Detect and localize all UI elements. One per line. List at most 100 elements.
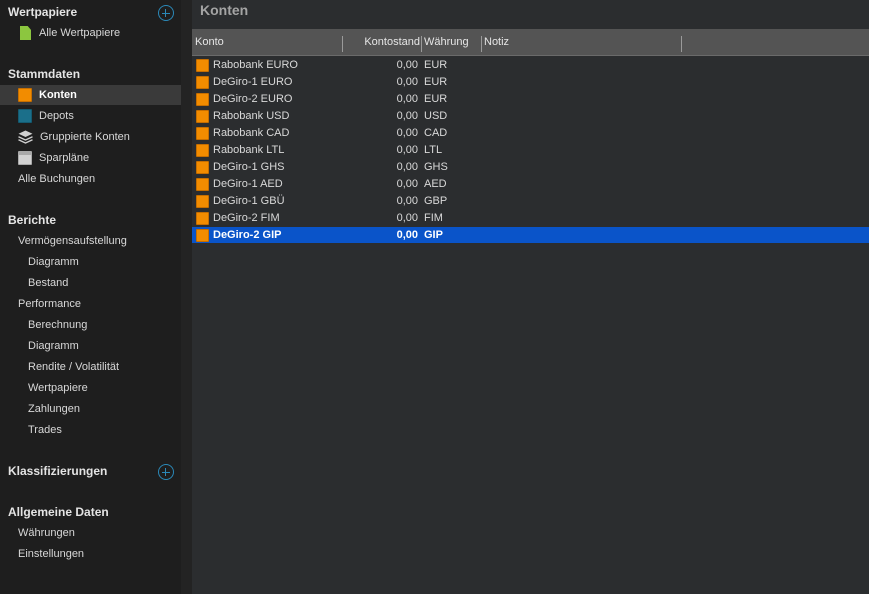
sidebar-item-performance-wertpapiere[interactable]: Wertpapiere: [0, 378, 181, 398]
account-balance: 0,00: [396, 127, 418, 139]
account-balance: 0,00: [396, 229, 418, 241]
table-row-selected[interactable]: DeGiro-2 GIP 0,00 GIP: [192, 227, 869, 243]
account-name: Rabobank LTL: [213, 144, 285, 156]
add-wertpapier-icon[interactable]: [158, 5, 174, 21]
table-row[interactable]: DeGiro-1 GHS 0,00 GHS: [192, 159, 869, 175]
sidebar-item-konten[interactable]: Konten: [0, 85, 181, 105]
section-klassifizierungen: Klassifizierungen: [8, 464, 108, 478]
sidebar-item-berechnung[interactable]: Berechnung: [0, 315, 181, 335]
sidebar-item-gruppierte-konten[interactable]: Gruppierte Konten: [0, 127, 181, 147]
sidebar-item-label: Gruppierte Konten: [40, 131, 130, 143]
sidebar-item-trades[interactable]: Trades: [0, 420, 181, 440]
sidebar-item-label: Diagramm: [28, 340, 79, 352]
sidebar-item-label: Währungen: [18, 527, 75, 539]
sidebar-item-performance[interactable]: Performance: [0, 294, 181, 314]
sidebar-item-rendite-volatilitaet[interactable]: Rendite / Volatilität: [0, 357, 181, 377]
sidebar: Wertpapiere Alle Wertpapiere Stammdaten …: [0, 0, 181, 594]
sidebar-item-label: Vermögensaufstellung: [18, 235, 127, 247]
table-row[interactable]: Rabobank EURO 0,00 EUR: [192, 57, 869, 73]
account-name: DeGiro-2 GIP: [213, 229, 282, 241]
account-icon: [196, 59, 209, 72]
account-currency: LTL: [424, 144, 443, 156]
account-currency: EUR: [424, 76, 448, 88]
sidebar-item-label: Einstellungen: [18, 548, 85, 560]
page-title: Konten: [200, 2, 249, 18]
section-allgemeine-daten: Allgemeine Daten: [8, 505, 109, 519]
column-divider[interactable]: [481, 36, 482, 52]
column-header-waehrung[interactable]: Währung: [424, 36, 469, 48]
sidebar-item-label: Depots: [39, 110, 74, 122]
account-name: Rabobank CAD: [213, 127, 290, 139]
sidebar-item-alle-buchungen[interactable]: Alle Buchungen: [0, 169, 181, 189]
sidebar-item-label: Zahlungen: [28, 403, 80, 415]
account-balance: 0,00: [396, 195, 418, 207]
table-row[interactable]: DeGiro-2 EURO 0,00 EUR: [192, 91, 869, 107]
column-header-konto[interactable]: Konto: [195, 36, 224, 48]
account-balance: 0,00: [396, 76, 418, 88]
sidebar-item-label: Alle Buchungen: [18, 173, 96, 185]
sidebar-item-vermoegensaufstellung[interactable]: Vermögensaufstellung: [0, 231, 181, 251]
account-name: DeGiro-1 AED: [213, 178, 283, 190]
account-name: DeGiro-1 EURO: [213, 76, 293, 88]
sidebar-item-vermoegen-diagramm[interactable]: Diagramm: [0, 252, 181, 272]
document-icon: [20, 26, 31, 40]
table-row[interactable]: DeGiro-2 FIM 0,00 FIM: [192, 210, 869, 226]
sidebar-item-label: Trades: [28, 424, 62, 436]
account-name: Rabobank USD: [213, 110, 290, 122]
table-row[interactable]: Rabobank CAD 0,00 CAD: [192, 125, 869, 141]
account-currency: AED: [424, 178, 447, 190]
account-icon: [196, 93, 209, 106]
account-currency: EUR: [424, 93, 448, 105]
sidebar-item-label: Alle Wertpapiere: [39, 27, 121, 39]
account-currency: CAD: [424, 127, 448, 139]
account-icon: [196, 127, 209, 140]
account-balance: 0,00: [396, 212, 418, 224]
column-header-notiz[interactable]: Notiz: [484, 36, 509, 48]
table-row[interactable]: Rabobank LTL 0,00 LTL: [192, 142, 869, 158]
account-balance: 0,00: [396, 93, 418, 105]
sidebar-item-label: Performance: [18, 298, 81, 310]
sidebar-item-einstellungen[interactable]: Einstellungen: [0, 544, 181, 564]
account-name: DeGiro-2 FIM: [213, 212, 280, 224]
account-icon: [196, 178, 209, 191]
layers-icon: [18, 130, 33, 144]
sidebar-item-alle-wertpapiere[interactable]: Alle Wertpapiere: [0, 23, 181, 43]
table-row[interactable]: DeGiro-1 EURO 0,00 EUR: [192, 74, 869, 90]
column-header-kontostand[interactable]: Kontostand: [344, 36, 420, 48]
sidebar-item-label: Rendite / Volatilität: [28, 361, 120, 373]
panel-splitter[interactable]: [181, 0, 192, 594]
accounts-table: Konto Kontostand Währung Notiz Rabobank …: [192, 29, 869, 594]
sidebar-item-label: Konten: [39, 89, 77, 101]
account-balance: 0,00: [396, 144, 418, 156]
account-balance: 0,00: [396, 161, 418, 173]
sidebar-item-zahlungen[interactable]: Zahlungen: [0, 399, 181, 419]
column-divider[interactable]: [342, 36, 343, 52]
account-icon: [196, 212, 209, 225]
account-name: DeGiro-1 GBÜ: [213, 195, 285, 207]
sidebar-item-depots[interactable]: Depots: [0, 106, 181, 126]
sidebar-item-performance-diagramm[interactable]: Diagramm: [0, 336, 181, 356]
table-row[interactable]: Rabobank USD 0,00 USD: [192, 108, 869, 124]
section-berichte: Berichte: [8, 213, 57, 227]
main-panel: Konten Konto Kontostand Währung Notiz Ra…: [181, 0, 869, 594]
column-divider[interactable]: [681, 36, 682, 52]
sidebar-item-label: Diagramm: [28, 256, 79, 268]
sidebar-item-label: Berechnung: [28, 319, 88, 331]
account-balance: 0,00: [396, 59, 418, 71]
sidebar-item-label: Bestand: [28, 277, 69, 289]
account-currency: USD: [424, 110, 448, 122]
account-icon: [196, 161, 209, 174]
sidebar-item-bestand[interactable]: Bestand: [0, 273, 181, 293]
account-currency: FIM: [424, 212, 443, 224]
calendar-icon: [18, 151, 32, 165]
add-klassifizierung-icon[interactable]: [158, 464, 174, 480]
column-divider[interactable]: [421, 36, 422, 52]
account-icon: [196, 144, 209, 157]
table-row[interactable]: DeGiro-1 AED 0,00 AED: [192, 176, 869, 192]
table-row[interactable]: DeGiro-1 GBÜ 0,00 GBP: [192, 193, 869, 209]
sidebar-item-sparplaene[interactable]: Sparpläne: [0, 148, 181, 168]
account-currency: GIP: [424, 229, 443, 241]
account-icon: [196, 195, 209, 208]
sidebar-item-waehrungen[interactable]: Währungen: [0, 523, 181, 543]
account-icon: [196, 76, 209, 89]
